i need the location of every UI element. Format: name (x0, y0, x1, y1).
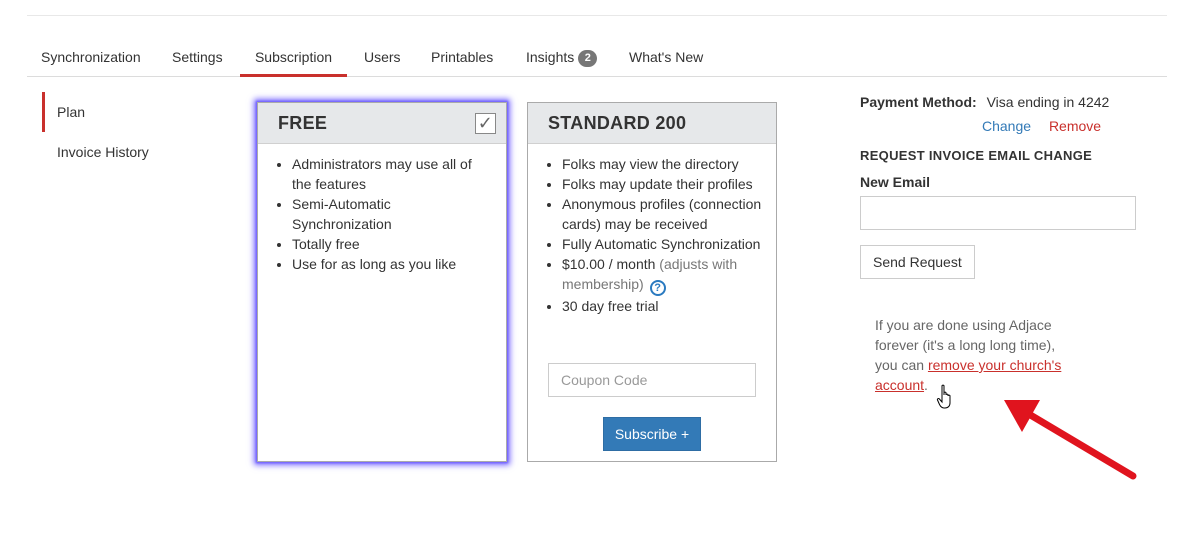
feature-item: 30 day free trial (562, 296, 762, 316)
plan-card-header: FREE ✓ (258, 103, 506, 144)
tab-insights[interactable]: Insights 2 (526, 38, 598, 76)
sidebar-item-invoice-history[interactable]: Invoice History (42, 132, 212, 172)
feature-list: Folks may view the directory Folks may u… (562, 154, 762, 316)
coupon-code-input[interactable] (548, 363, 756, 397)
plan-title: STANDARD 200 (548, 113, 687, 133)
feature-item: Fully Automatic Synchronization (562, 234, 762, 254)
payment-method-actions: Change Remove (982, 116, 1160, 136)
feature-item: Anonymous profiles (connection cards) ma… (562, 194, 762, 234)
feature-item: Folks may update their profiles (562, 174, 762, 194)
new-email-label: New Email (860, 174, 931, 190)
new-email-field[interactable] (860, 196, 1136, 230)
tab-whats-new[interactable]: What's New (629, 38, 703, 76)
tab-settings[interactable]: Settings (172, 38, 223, 76)
hand-cursor-icon (936, 384, 951, 409)
tab-subscription[interactable]: Subscription (240, 38, 347, 77)
plan-card-header: STANDARD 200 (528, 103, 776, 144)
feature-item: Folks may view the directory (562, 154, 762, 174)
annotation-arrow-icon (1004, 400, 1137, 480)
price-text: $10.00 / month (562, 256, 656, 272)
payment-method-value: Visa ending in 4242 (986, 94, 1110, 110)
invoice-email-heading: REQUEST INVOICE EMAIL CHANGE (860, 148, 1093, 163)
tab-printables[interactable]: Printables (431, 38, 493, 76)
tab-synchronization[interactable]: Synchronization (41, 38, 141, 76)
tab-users[interactable]: Users (364, 38, 401, 76)
insights-count-badge: 2 (578, 50, 598, 67)
plan-title: FREE (278, 113, 328, 133)
feature-item-price: $10.00 / month (adjusts with membership)… (562, 254, 762, 296)
payment-method-label: Payment Method: (860, 94, 977, 110)
tab-insights-label: Insights (526, 49, 575, 65)
feature-list: Administrators may use all of the featur… (292, 154, 492, 274)
feature-item: Totally free (292, 234, 492, 254)
change-payment-link[interactable]: Change (982, 118, 1031, 134)
remove-account-note-end: . (924, 377, 928, 393)
payment-method-row: Payment Method: Visa ending in 4242 (860, 92, 1160, 112)
tab-bar: Synchronization Settings Subscription Us… (27, 38, 1167, 77)
feature-item: Semi-Automatic Synchronization (292, 194, 492, 234)
help-icon[interactable]: ? (649, 280, 666, 296)
remove-payment-link[interactable]: Remove (1049, 118, 1101, 134)
feature-item: Administrators may use all of the featur… (292, 154, 492, 194)
remove-account-note: If you are done using Adjace forever (it… (875, 315, 1065, 395)
plan-card-standard[interactable]: STANDARD 200 Folks may view the director… (527, 102, 777, 462)
sidebar-item-plan[interactable]: Plan (42, 92, 212, 132)
billing-panel: Payment Method: Visa ending in 4242 Chan… (860, 92, 1160, 279)
send-request-button[interactable]: Send Request (860, 245, 975, 279)
plan-card-free[interactable]: FREE ✓ Administrators may use all of the… (257, 102, 507, 462)
feature-item: Use for as long as you like (292, 254, 492, 274)
subscribe-button[interactable]: Subscribe + (603, 417, 701, 451)
top-divider (27, 15, 1167, 16)
selected-checkbox-icon[interactable]: ✓ (475, 113, 496, 134)
sidebar: Plan Invoice History (42, 92, 212, 172)
